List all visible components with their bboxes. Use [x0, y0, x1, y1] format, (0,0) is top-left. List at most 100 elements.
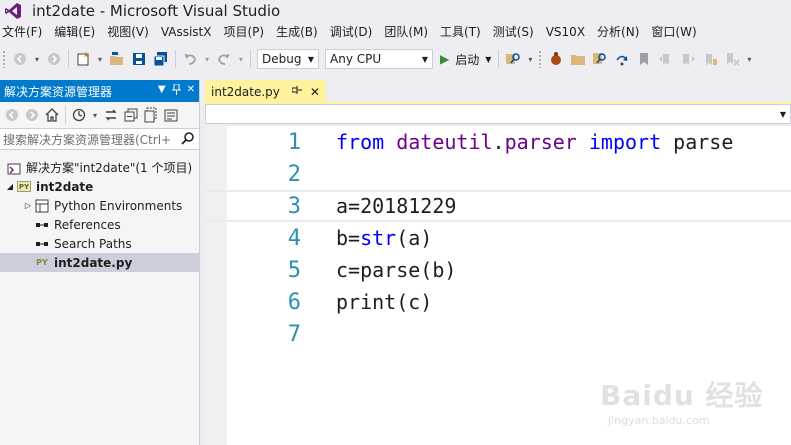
solution-explorer-titlebar[interactable]: 解决方案资源管理器 ▼ ✕	[0, 80, 199, 102]
tree-node-int2date-py[interactable]: PY int2date.py	[0, 253, 199, 272]
show-all-files-icon[interactable]	[142, 105, 160, 125]
menu-item[interactable]: 工具(T)	[434, 22, 487, 43]
code-line[interactable]: 5 c=parse(b)	[205, 254, 791, 286]
save-icon[interactable]	[129, 49, 149, 69]
solution-icon	[6, 161, 22, 175]
environments-icon	[34, 199, 50, 213]
code-token: parse	[661, 130, 734, 154]
filter-dropdown-icon[interactable]: ▾	[90, 105, 100, 125]
toolbar-grip[interactable]	[538, 50, 543, 68]
toolbar-separator	[68, 50, 69, 68]
overflow-dropdown-icon[interactable]: ▾	[744, 49, 754, 69]
back-dropdown-icon[interactable]: ▾	[32, 49, 42, 69]
menu-item[interactable]: 编辑(E)	[48, 22, 101, 43]
back-icon[interactable]	[3, 105, 21, 125]
bookmark-prev-icon[interactable]	[656, 49, 676, 69]
new-project-icon[interactable]	[73, 49, 93, 69]
collapse-all-icon[interactable]	[122, 105, 140, 125]
close-tab-icon[interactable]: ✕	[310, 85, 320, 99]
visual-studio-logo-icon	[0, 0, 26, 22]
redo-dropdown-icon[interactable]: ▾	[236, 49, 246, 69]
code-line[interactable]: 1 from dateutil.parser import parse	[205, 126, 791, 158]
properties-icon[interactable]	[162, 105, 180, 125]
code-line[interactable]: 3 a=20181229	[205, 190, 791, 222]
tree-node-search-paths[interactable]: Search Paths	[0, 234, 199, 253]
tree-node-references[interactable]: References	[0, 215, 199, 234]
overflow-dropdown-icon[interactable]: ▾	[525, 49, 535, 69]
collapsed-arrow-icon[interactable]: ▷	[22, 201, 34, 210]
code-text: print(c)	[336, 290, 432, 314]
step-over-icon[interactable]	[612, 49, 632, 69]
new-dropdown-icon[interactable]: ▾	[95, 49, 105, 69]
bookmark-toggle-icon[interactable]	[634, 49, 654, 69]
members-dropdown-icon[interactable]: ▼	[776, 106, 790, 122]
code-token: c=parse(b)	[336, 258, 457, 282]
window-position-dropdown-icon[interactable]: ▼	[158, 84, 166, 98]
search-icon[interactable]	[181, 131, 195, 148]
bookmark-folder-icon[interactable]	[700, 49, 720, 69]
pending-changes-filter-icon[interactable]	[70, 105, 88, 125]
line-number: 1	[287, 129, 301, 155]
undo-dropdown-icon[interactable]: ▾	[202, 49, 212, 69]
baidu-jingyan-watermark: Baidu 经验 jingyan.baidu.com	[600, 374, 780, 432]
tree-item-label: References	[54, 217, 121, 232]
bug-icon[interactable]	[546, 49, 566, 69]
clear-bookmarks-icon[interactable]	[722, 49, 742, 69]
menu-item[interactable]: 项目(P)	[217, 22, 270, 43]
tree-node-project[interactable]: ◢ PY int2date	[0, 177, 199, 196]
code-text: b=str(a)	[336, 226, 432, 250]
find-in-files-icon[interactable]	[503, 49, 523, 69]
solution-configuration-select[interactable]: Debug ▼	[257, 49, 319, 69]
menu-item[interactable]: 分析(N)	[591, 22, 645, 43]
configuration-value: Debug	[262, 52, 302, 66]
menu-item[interactable]: 文件(F)	[0, 22, 48, 43]
navigate-back-icon[interactable]	[10, 49, 30, 69]
project-label: int2date	[36, 179, 94, 194]
redo-icon[interactable]	[214, 49, 234, 69]
expanded-arrow-icon[interactable]: ◢	[4, 182, 16, 191]
menu-item[interactable]: 窗口(W)	[645, 22, 702, 43]
menu-item[interactable]: VAssistX	[155, 22, 218, 43]
auto-hide-pin-icon[interactable]	[171, 83, 181, 98]
start-debugging-button[interactable]: ▶ 启动 ▼	[440, 51, 491, 68]
solution-explorer-search-input[interactable]: 搜索解决方案资源管理器(Ctrl+	[0, 128, 199, 150]
home-icon[interactable]	[43, 105, 61, 125]
solution-platform-select[interactable]: Any CPU ▼	[325, 49, 433, 69]
code-text: a=20181229	[336, 194, 456, 218]
forward-icon[interactable]	[23, 105, 41, 125]
tree-node-solution[interactable]: 解决方案"int2date"(1 个项目)	[0, 158, 199, 177]
code-line[interactable]: 6 print(c)	[205, 286, 791, 318]
open-folder-icon[interactable]	[568, 49, 588, 69]
line-number: 4	[287, 225, 301, 251]
menu-item[interactable]: 生成(B)	[270, 22, 324, 43]
menu-item[interactable]: VS10X	[540, 22, 591, 43]
window-title: int2date - Microsoft Visual Studio	[32, 2, 281, 20]
menu-item[interactable]: 团队(M)	[378, 22, 434, 43]
find-symbol-icon[interactable]	[590, 49, 610, 69]
toolbar-grip[interactable]	[2, 50, 6, 68]
open-file-icon[interactable]	[107, 49, 127, 69]
code-line[interactable]: 7	[205, 318, 791, 350]
code-line[interactable]: 4 b=str(a)	[205, 222, 791, 254]
code-token: (a)	[396, 226, 433, 250]
line-number: 5	[287, 257, 301, 283]
undo-icon[interactable]	[180, 49, 200, 69]
code-token: a=20181229	[336, 194, 457, 218]
save-all-icon[interactable]	[151, 49, 171, 69]
menu-item[interactable]: 测试(S)	[487, 22, 540, 43]
menu-item[interactable]: 调试(D)	[324, 22, 379, 43]
code-line[interactable]: 2	[205, 158, 791, 190]
pin-tab-icon[interactable]	[291, 85, 302, 98]
navigate-forward-icon[interactable]	[44, 49, 64, 69]
document-tab-strip: int2date.py ✕	[205, 80, 791, 102]
close-icon[interactable]: ✕	[187, 84, 195, 98]
tree-node-python-environments[interactable]: ▷ Python Environments	[0, 196, 199, 215]
chevron-down-icon[interactable]: ▼	[485, 55, 491, 64]
watermark-url: jingyan.baidu.com	[608, 414, 710, 427]
document-tab-int2date-py[interactable]: int2date.py ✕	[205, 80, 326, 102]
menu-item[interactable]: 视图(V)	[101, 22, 155, 43]
bookmark-next-icon[interactable]	[678, 49, 698, 69]
sync-with-document-icon[interactable]	[102, 105, 120, 125]
watermark-logo: Baidu 经验	[600, 379, 764, 412]
